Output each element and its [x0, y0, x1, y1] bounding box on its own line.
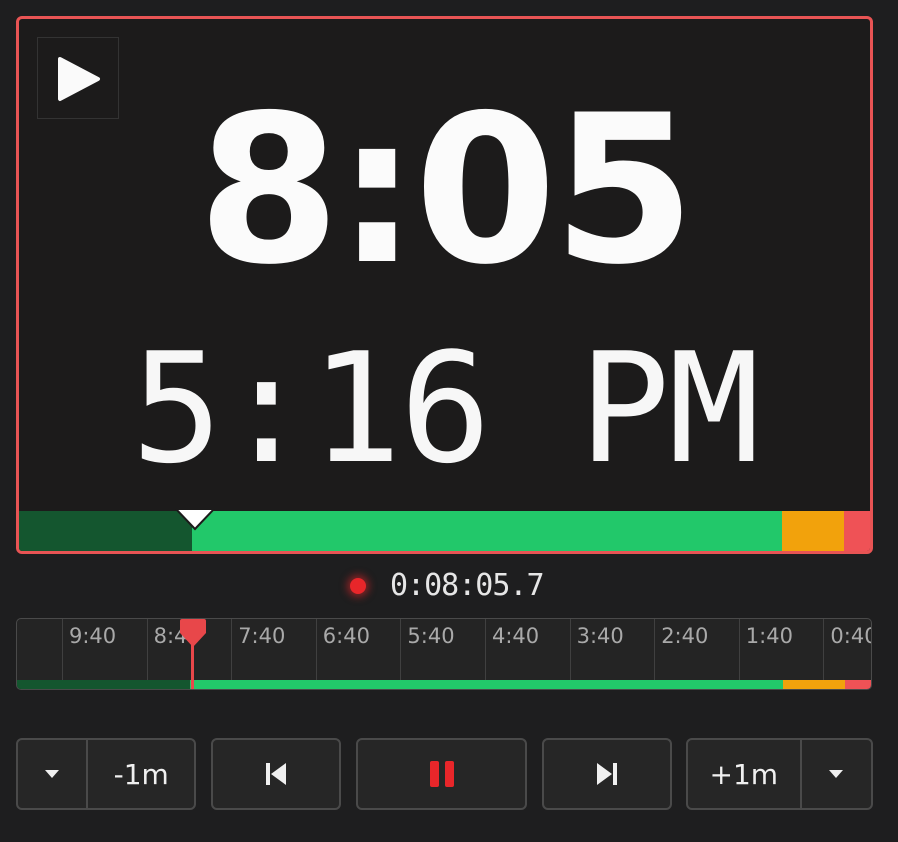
timeline-tick [823, 619, 825, 681]
timeline-tick-label: 6:40 [322, 624, 370, 648]
next-button[interactable] [542, 738, 672, 810]
minus-one-minute-button[interactable]: -1m [86, 740, 194, 808]
plus-one-minute-button[interactable]: +1m [688, 740, 800, 808]
phase-segment [783, 680, 845, 689]
phase-segment [191, 511, 783, 551]
phase-segment [17, 680, 191, 689]
timeline-tick [400, 619, 402, 681]
timeline-tick [569, 619, 571, 681]
chevron-down-icon [45, 770, 60, 778]
timeline-tick-label: 2:40 [661, 624, 709, 648]
phase-segment [843, 511, 870, 551]
phase-segment [19, 511, 192, 551]
plus-dropdown-button[interactable] [799, 740, 871, 808]
pause-button[interactable] [356, 738, 527, 810]
timeline-tick [62, 619, 63, 681]
phase-segment [190, 680, 784, 689]
phase-segment [782, 511, 844, 551]
timeline-tick [738, 619, 740, 681]
elapsed-time: 0:08:05.7 [390, 568, 545, 603]
timeline-tick [654, 619, 656, 681]
timeline-tick-label: 1:40 [745, 624, 793, 648]
timeline-phase-bar [17, 680, 871, 689]
recording-dot-icon [350, 578, 366, 594]
plus-control-group: +1m [686, 738, 873, 810]
timeline-tick-label: 4:40 [492, 624, 540, 648]
timeline-tick-label: 5:40 [407, 624, 455, 648]
previous-button[interactable] [211, 738, 341, 810]
timeline-tick-label: 9:40 [69, 624, 117, 648]
timeline-tick [231, 619, 233, 681]
minus-dropdown-button[interactable] [18, 740, 86, 808]
timeline-tick [315, 619, 317, 681]
chevron-down-icon [829, 770, 844, 778]
playhead-handle-icon[interactable] [177, 619, 209, 649]
timeline-tick-label: 3:40 [576, 624, 624, 648]
timer-display: 8:05 5:16 PM [16, 16, 873, 554]
skip-forward-icon [597, 763, 617, 785]
timeline-tick [146, 619, 148, 681]
remaining-time: 8:05 [197, 72, 696, 310]
current-clock: 5:16 PM [131, 320, 760, 497]
progress-marker-icon [174, 509, 216, 531]
timeline-scrubber[interactable]: 9:408:407:406:405:404:403:402:401:400:40 [16, 618, 872, 690]
timeline-tick [485, 619, 486, 681]
phase-bar [19, 511, 870, 551]
timeline-tick-label: 7:40 [238, 624, 286, 648]
minus-control-group: -1m [16, 738, 196, 810]
skip-back-icon [266, 763, 286, 785]
plus-one-minute-label: +1m [709, 757, 779, 791]
pause-icon [429, 761, 454, 787]
timeline-tick-label: 0:40 [830, 624, 871, 648]
phase-segment [844, 680, 871, 689]
minus-one-minute-label: -1m [113, 757, 169, 791]
recording-row: 0:08:05.7 [0, 566, 898, 606]
